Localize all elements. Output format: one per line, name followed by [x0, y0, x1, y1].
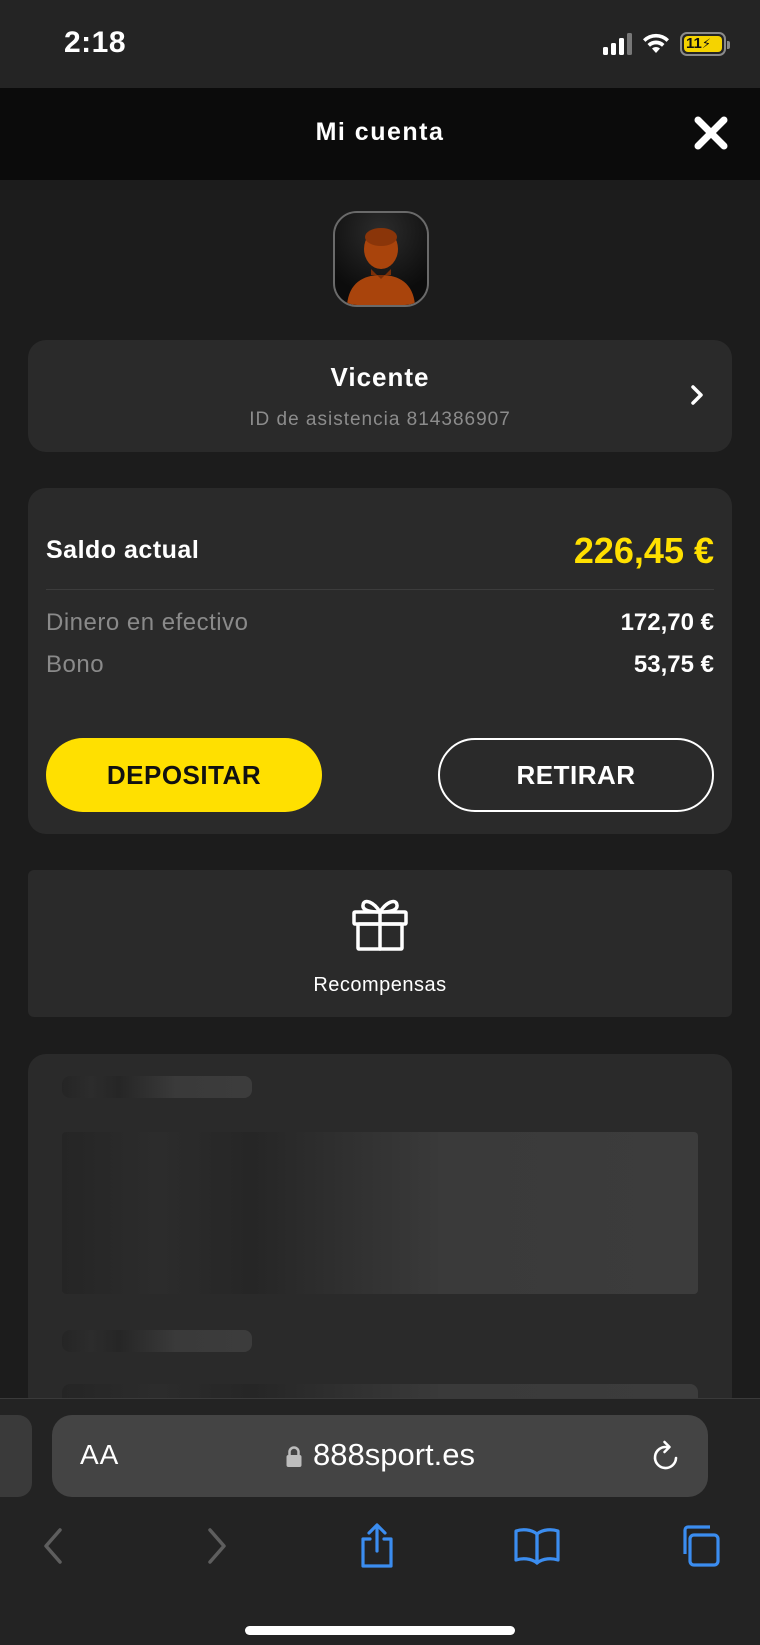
cash-value: 172,70 € — [620, 609, 714, 636]
avatar — [333, 211, 429, 307]
status-icons: 11⚡ — [603, 32, 730, 56]
bonus-label: Bono — [46, 651, 105, 678]
gift-icon — [352, 899, 408, 951]
lock-icon — [286, 1446, 302, 1467]
chevron-right-icon — [208, 1528, 226, 1564]
reload-icon[interactable] — [650, 1439, 682, 1473]
charging-bolt-icon: ⚡ — [701, 36, 711, 51]
chevron-right-icon — [691, 385, 703, 405]
deposit-button[interactable]: DEPOSITAR — [46, 738, 322, 812]
rewards-label: Recompensas — [313, 974, 447, 996]
close-button[interactable] — [688, 110, 734, 156]
tabs-button[interactable] — [672, 1519, 726, 1573]
current-balance-value: 226,45 € — [573, 530, 714, 571]
browser-nav-row — [0, 1519, 760, 1589]
user-profile-card[interactable]: Vicente ID de asistencia 814386907 — [28, 340, 732, 452]
page-title: Mi cuenta — [315, 118, 445, 146]
status-time: 2:18 — [64, 26, 127, 59]
account-header: Mi cuenta — [0, 88, 760, 180]
home-indicator — [245, 1626, 515, 1635]
rewards-card[interactable]: Recompensas — [28, 870, 732, 1017]
user-name: Vicente — [330, 362, 430, 392]
status-bar: 2:18 11⚡ — [0, 0, 760, 88]
url-text: 888sport.es — [313, 1437, 475, 1472]
cellular-signal-icon — [603, 33, 632, 55]
back-button[interactable] — [26, 1519, 80, 1573]
previous-tab-preview[interactable] — [0, 1415, 32, 1497]
user-avatar-icon — [335, 213, 427, 305]
balance-card: Saldo actual 226,45 € Dinero en efectivo… — [28, 488, 732, 834]
share-icon — [361, 1523, 393, 1568]
tabs-icon — [683, 1525, 720, 1567]
forward-button[interactable] — [190, 1519, 244, 1573]
divider — [46, 589, 714, 590]
skeleton-line — [62, 1076, 252, 1098]
share-button[interactable] — [350, 1519, 404, 1573]
browser-toolbar: AA 888sport.es — [0, 1398, 760, 1645]
address-bar[interactable]: AA 888sport.es — [52, 1415, 708, 1497]
battery-percent: 11 — [686, 35, 702, 52]
support-id: ID de asistencia 814386907 — [249, 409, 511, 430]
close-icon — [694, 116, 728, 150]
wifi-icon — [643, 33, 669, 53]
withdraw-button[interactable]: RETIRAR — [438, 738, 714, 812]
bookmarks-book-icon — [514, 1528, 560, 1565]
cash-label: Dinero en efectivo — [46, 609, 249, 636]
loading-skeleton-card — [28, 1054, 732, 1414]
battery-level: 11⚡ — [684, 36, 722, 52]
bonus-value: 53,75 € — [633, 651, 714, 678]
current-balance-label: Saldo actual — [46, 536, 200, 564]
bookmarks-button[interactable] — [510, 1519, 564, 1573]
skeleton-line — [62, 1330, 252, 1352]
skeleton-block — [62, 1132, 698, 1294]
battery-icon: 11⚡ — [680, 32, 730, 56]
url-display: 888sport.es — [52, 1437, 708, 1473]
chevron-left-icon — [44, 1528, 62, 1564]
